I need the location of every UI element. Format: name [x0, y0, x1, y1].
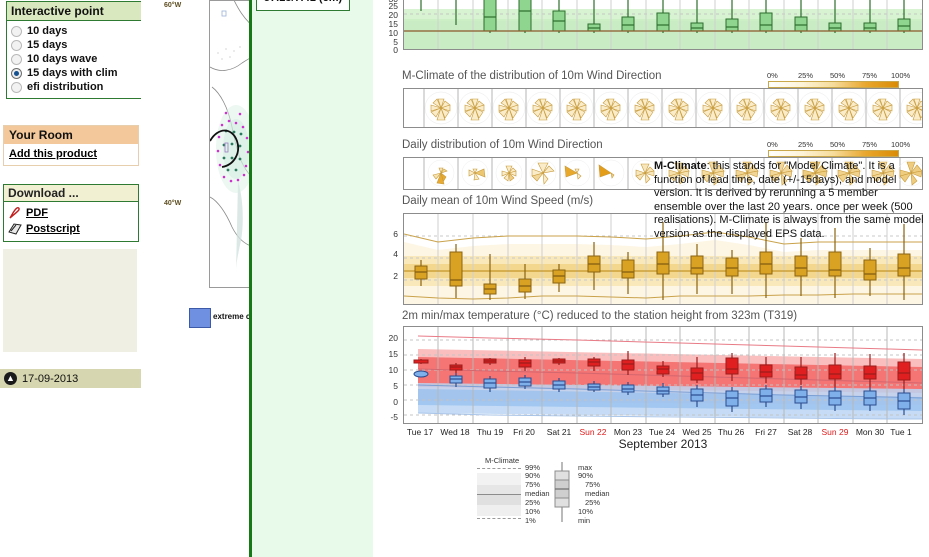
radio-icon[interactable]: [11, 53, 22, 65]
radio-option-15-days-with-clim[interactable]: 15 days with clim: [11, 66, 137, 80]
collapse-chevrons-icon[interactable]: ▲: [4, 372, 17, 385]
your-room-body: Add this product: [4, 144, 138, 165]
date-bar-label: 17-09-2013: [22, 372, 79, 385]
daily-scale-75: 75%: [862, 140, 878, 149]
precip-ytick-0: 0: [393, 45, 398, 55]
radio-option-10-days[interactable]: 10 days: [11, 24, 137, 38]
interactive-point-options: 10 days 15 days 10 days wave 15 days wit…: [7, 21, 141, 98]
legend-mclimate-label-25: 25%: [525, 498, 541, 507]
mclimate-scale-50: 50%: [830, 71, 846, 80]
legend-box-label-min: min: [578, 516, 591, 525]
map-lon-label-40w: 40°W: [164, 200, 182, 207]
your-room-panel: Your Room Add this product: [3, 125, 139, 166]
radio-icon[interactable]: [11, 81, 22, 93]
map-column: 60°W 40°W extreme co: [141, 0, 249, 557]
radio-label: 10 days: [27, 25, 68, 37]
temperature-plot[interactable]: [403, 326, 923, 424]
legend-boxplot-icon: [551, 462, 573, 522]
mclimate-scale-0: 0%: [767, 71, 778, 80]
wind-speed-title: Daily mean of 10m Wind Speed (m/s): [402, 195, 594, 207]
download-list: PDF Postscript: [4, 202, 138, 241]
page-root: Interactive point 10 days 15 days 10 day…: [0, 0, 929, 557]
temp-ytick-m5: -5: [390, 412, 398, 422]
mclimate-scale-25: 25%: [798, 71, 814, 80]
coordinate-tooltip: 57.13/7.41 (cm): [256, 0, 350, 11]
download-item-postscript[interactable]: Postscript: [8, 221, 134, 237]
legend-mclimate-label-median: median: [525, 489, 550, 498]
daily-wind-dir-title: Daily distribution of 10m Wind Direction: [402, 139, 603, 151]
wind-ytick-6: 6: [393, 229, 398, 239]
temp-ytick-0: 0: [393, 397, 398, 407]
download-panel: Download ... PDF Postscript: [3, 184, 139, 242]
radio-label: efi distribution: [27, 81, 104, 93]
daily-scale-50: 50%: [830, 140, 846, 149]
daily-scale-100: 100%: [891, 140, 911, 149]
legend-mclimate-label-1: 1%: [525, 516, 536, 525]
legend-box-label-75: 75%: [585, 480, 601, 489]
left-sidebar: Interactive point 10 days 15 days 10 day…: [0, 0, 142, 557]
legend-mclimate-band-10: [477, 505, 521, 516]
mclimate-scale-75: 75%: [862, 71, 878, 80]
interactive-point-title: Interactive point: [7, 2, 141, 21]
legend-box-label-10: 10%: [578, 507, 594, 516]
interactive-point-panel: Interactive point 10 days 15 days 10 day…: [6, 1, 142, 99]
temp-ytick-20: 20: [388, 333, 398, 343]
your-room-title: Your Room: [4, 126, 138, 144]
radio-icon-selected[interactable]: [11, 67, 22, 79]
mclimate-wind-dir-colorbar: [768, 81, 899, 88]
legend-mclimate-label-10: 10%: [525, 507, 541, 516]
download-title: Download ...: [4, 185, 138, 202]
map-thumbnail[interactable]: [209, 0, 249, 288]
legend-mclimate-band-90: [477, 473, 521, 485]
postscript-icon: [8, 222, 22, 236]
temperature-title: 2m min/max temperature (°C) reduced to t…: [402, 310, 798, 322]
map-legend-swatch: [189, 308, 211, 328]
mclimate-scale-100: 100%: [891, 71, 911, 80]
xlabel-day-14: Tue 1: [890, 427, 912, 437]
map-legend-label: extreme co: [213, 312, 249, 321]
legend-mclimate-bottom-dash: [477, 518, 521, 519]
wind-ytick-2: 2: [393, 271, 398, 281]
radio-icon[interactable]: [11, 25, 22, 37]
daily-scale-25: 25%: [798, 140, 814, 149]
temp-ytick-10: 10: [388, 365, 398, 375]
mclimate-wind-dir-plot[interactable]: [403, 88, 923, 128]
meteogram-charts: 30 25 20 15 10 5 0 M-Climate of the dist…: [373, 0, 929, 557]
legend-mclimate-label-75: 75%: [525, 480, 541, 489]
precipitation-plot[interactable]: [403, 0, 923, 50]
radio-label: 15 days: [27, 39, 68, 51]
radio-option-10-days-wave[interactable]: 10 days wave: [11, 52, 137, 66]
legend-mclimate-title: M-Climate: [485, 456, 520, 465]
mclimate-description-lead: M-Climate: [654, 160, 707, 172]
pdf-icon: [8, 206, 22, 220]
download-item-pdf[interactable]: PDF: [8, 205, 134, 221]
legend-mclimate-label-90: 90%: [525, 471, 541, 480]
daily-scale-0: 0%: [767, 140, 778, 149]
pdf-link[interactable]: PDF: [26, 207, 48, 219]
radio-label: 10 days wave: [27, 53, 98, 65]
postscript-link[interactable]: Postscript: [26, 223, 80, 235]
daily-wind-dir-colorbar: [768, 150, 899, 157]
xaxis-month-label: September 2013: [618, 437, 708, 451]
legend-mclimate-median-line: [477, 494, 521, 495]
radio-option-efi-distribution[interactable]: efi distribution: [11, 80, 137, 94]
pale-content-pane: [252, 0, 373, 557]
mclimate-description: M-Climate: this stands for "Model Climat…: [654, 160, 926, 242]
legend-mclimate-band-25: [477, 495, 521, 505]
legend-box-label-25: 25%: [585, 498, 601, 507]
radio-option-15-days[interactable]: 15 days: [11, 38, 137, 52]
radio-label: 15 days with clim: [27, 67, 118, 79]
map-lon-label-60w: 60°W: [164, 2, 182, 9]
radio-icon[interactable]: [11, 39, 22, 51]
legend-box-label-median: median: [585, 489, 610, 498]
legend-mclimate-top-dash: [477, 468, 521, 469]
temp-ytick-5: 5: [393, 381, 398, 391]
mclimate-wind-dir-title: M-Climate of the distribution of 10m Win…: [402, 70, 662, 82]
sidebar-filler-block: [3, 249, 137, 352]
add-this-product-link[interactable]: Add this product: [9, 148, 97, 160]
temp-ytick-15: 15: [388, 349, 398, 359]
wind-ytick-4: 4: [393, 249, 398, 259]
legend-box-label-90: 90%: [578, 471, 594, 480]
